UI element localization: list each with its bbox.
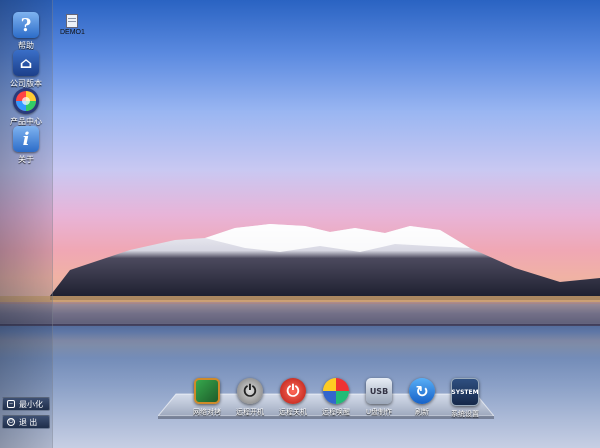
exit-label: 退 出 xyxy=(19,417,38,427)
sidebar-item-products[interactable]: 产品中心 xyxy=(6,88,46,127)
refresh-icon: ↻ xyxy=(409,378,435,404)
minimize-icon: – xyxy=(7,400,15,408)
system-icon: SYSTEM xyxy=(451,378,479,406)
color-wheel-icon xyxy=(13,88,39,114)
power-icon: ⏻ xyxy=(7,418,15,426)
minimize-label: 最小化 xyxy=(19,399,43,409)
info-icon: i xyxy=(13,126,39,152)
dock-item-label: 网络对拷 xyxy=(193,409,221,416)
dock-item-remote-power-on[interactable]: ⏻ 远程开机 xyxy=(231,378,269,419)
wake-icon xyxy=(323,378,349,404)
dock-item-remote-wake[interactable]: 远程唤醒 xyxy=(317,378,355,419)
sidebar-item-about[interactable]: i 关于 xyxy=(6,126,46,165)
power-on-icon: ⏻ xyxy=(237,378,263,404)
dock-item-remote-shutdown[interactable]: ⏻ 远程关机 xyxy=(274,378,312,419)
dock-item-refresh[interactable]: ↻ 刷新 xyxy=(403,378,441,419)
dock-item-network-copy[interactable]: 网络对拷 xyxy=(188,378,226,419)
power-off-icon: ⏻ xyxy=(280,378,306,404)
dock-item-label: 远程唤醒 xyxy=(322,409,350,416)
file-icon xyxy=(66,14,78,28)
home-icon: ⌂ xyxy=(13,50,39,76)
sidebar-item-label: 关于 xyxy=(18,155,34,164)
disk-icon: USB xyxy=(366,378,392,404)
dock-item-label: 系统设置 xyxy=(451,411,479,418)
network-copy-icon xyxy=(194,378,220,404)
dock-bar: 网络对拷 ⏻ 远程开机 ⏻ 远程关机 远程唤醒 USB U盘制作 ↻ 刷新 SY… xyxy=(158,378,494,420)
exit-button[interactable]: ⏻ 退 出 xyxy=(2,415,50,429)
sidebar-item-help[interactable]: ? 帮助 xyxy=(6,12,46,51)
desktop-file-demo1[interactable]: DEMO1 xyxy=(60,14,85,36)
left-sidebar: ? 帮助 ⌂ 公司版本 产品中心 i 关于 – 最小化 ⏻ 退 出 xyxy=(0,0,53,448)
desktop-file-label: DEMO1 xyxy=(60,29,85,36)
dock-item-label: 刷新 xyxy=(415,409,429,416)
sidebar-item-company[interactable]: ⌂ 公司版本 xyxy=(6,50,46,89)
dock-item-label: 远程关机 xyxy=(279,409,307,416)
dock-item-usb-maker[interactable]: USB U盘制作 xyxy=(360,378,398,419)
dock-item-label: U盘制作 xyxy=(365,409,393,416)
dock-item-label: 远程开机 xyxy=(236,409,264,416)
minimize-button[interactable]: – 最小化 xyxy=(2,397,50,411)
help-icon: ? xyxy=(13,12,39,38)
dock-item-system-settings[interactable]: SYSTEM 系统设置 xyxy=(446,378,484,419)
